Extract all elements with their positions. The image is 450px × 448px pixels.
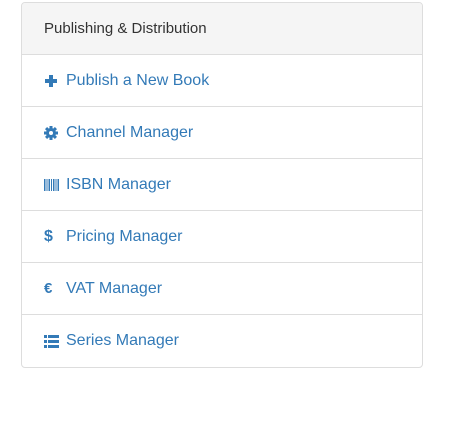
- menu-item-series-manager[interactable]: Series Manager: [22, 315, 422, 367]
- menu-item-label: Series Manager: [66, 332, 179, 349]
- barcode-icon: [44, 177, 62, 193]
- menu-item-pricing-manager[interactable]: $ Pricing Manager: [22, 211, 422, 263]
- menu-item-publish-new-book[interactable]: Publish a New Book: [22, 55, 422, 107]
- dollar-icon: $: [44, 227, 53, 245]
- publishing-panel: Publishing & Distribution Publish a New …: [21, 2, 423, 368]
- menu-item-channel-manager[interactable]: Channel Manager: [22, 107, 422, 159]
- menu-item-label: ISBN Manager: [66, 175, 171, 193]
- menu-item-isbn-manager[interactable]: ISBN Manager: [22, 159, 422, 211]
- panel-title: Publishing & Distribution: [22, 3, 422, 55]
- gear-icon: [44, 125, 62, 141]
- menu-item-label: Channel Manager: [66, 123, 194, 141]
- menu-item-label: Publish a New Book: [66, 71, 210, 89]
- euro-icon: €: [44, 280, 53, 297]
- menu-item-label: Pricing Manager: [66, 227, 183, 245]
- menu-item-label: VAT Manager: [66, 279, 163, 297]
- list-icon: [44, 333, 62, 349]
- menu-item-vat-manager[interactable]: € VAT Manager: [22, 263, 422, 315]
- plus-icon: [44, 73, 62, 89]
